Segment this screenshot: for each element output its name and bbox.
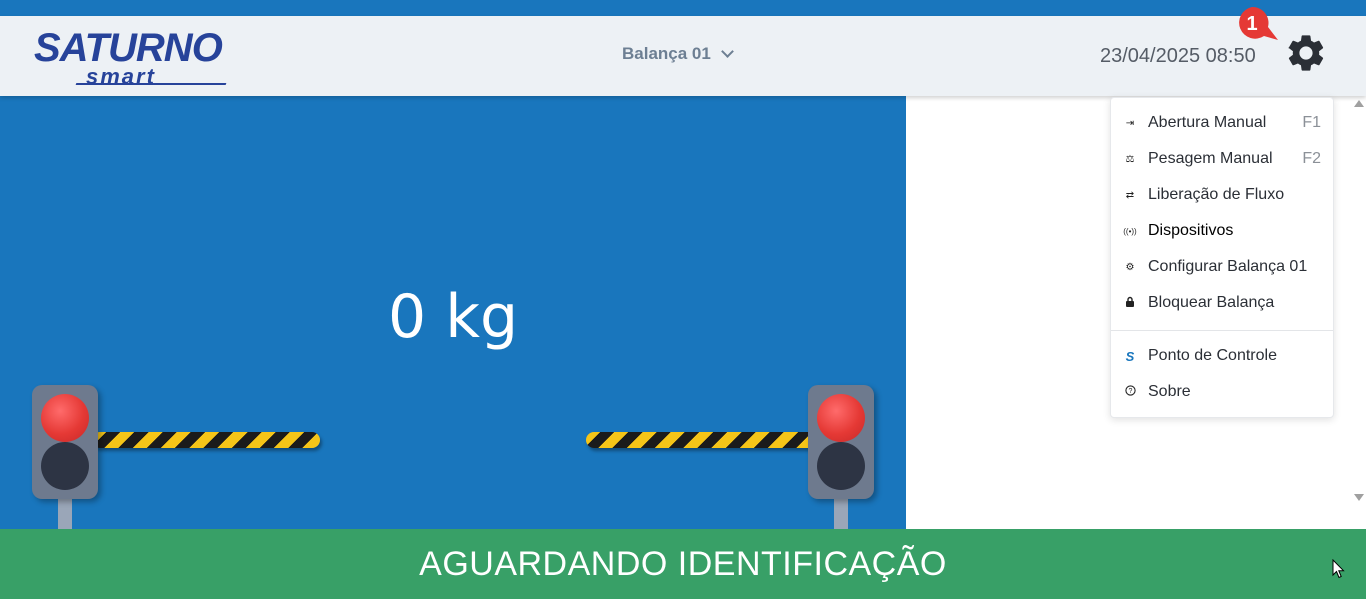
saturno-s-icon: S	[1125, 348, 1135, 364]
right-green-lamp	[817, 442, 865, 490]
menu-item-sobre[interactable]: ? Sobre	[1111, 374, 1333, 410]
left-red-lamp	[41, 394, 89, 442]
right-red-lamp	[817, 394, 865, 442]
notification-badge: 1	[1234, 5, 1278, 41]
shortcut-key: F1	[1302, 114, 1321, 131]
menu-item-label: Liberação de Fluxo	[1148, 186, 1285, 203]
logo-underline	[75, 83, 227, 85]
menu-divider	[1111, 330, 1333, 331]
gear-icon[interactable]	[1284, 31, 1328, 75]
app-header: SATURNO smart Balança 01 23/04/2025 08:5…	[0, 16, 1366, 96]
scale-selector-label: Balança 01	[622, 44, 711, 63]
status-text: AGUARDANDO IDENTIFICAÇÃO	[419, 544, 947, 583]
top-strip	[0, 0, 1366, 16]
status-bar: AGUARDANDO IDENTIFICAÇÃO	[0, 529, 1366, 599]
broadcast-icon: ((•))	[1123, 226, 1137, 236]
help-icon: ?	[1123, 385, 1137, 399]
right-barrier-arm	[586, 432, 816, 448]
menu-item-dispositivos[interactable]: ((•)) Dispositivos	[1111, 213, 1333, 249]
menu-item-configurar-balanca[interactable]: ⚙ Configurar Balança 01	[1111, 249, 1333, 285]
menu-item-label: Abertura Manual	[1148, 114, 1267, 131]
scroll-up-arrow[interactable]	[1354, 100, 1364, 107]
menu-item-liberacao-fluxo[interactable]: ⇄ Liberação de Fluxo	[1111, 177, 1333, 213]
scale-selector[interactable]: Balança 01	[622, 44, 734, 64]
left-green-lamp	[41, 442, 89, 490]
lock-icon	[1123, 296, 1137, 310]
enter-icon: ⇥	[1125, 117, 1135, 129]
menu-item-bloquear-balanca[interactable]: Bloquear Balança	[1111, 285, 1333, 321]
logo-text-bottom: smart	[86, 64, 156, 89]
notification-count: 1	[1246, 13, 1257, 35]
svg-text:?: ?	[1128, 388, 1132, 395]
right-traffic-light	[808, 385, 874, 499]
shortcut-key: F2	[1302, 150, 1321, 167]
settings-dropdown-menu: ⇥ Abertura Manual F1 ⚖ Pesagem Manual F2…	[1110, 97, 1334, 418]
left-traffic-light	[32, 385, 98, 499]
scroll-down-arrow[interactable]	[1354, 494, 1364, 501]
menu-item-abertura-manual[interactable]: ⇥ Abertura Manual F1	[1111, 105, 1333, 141]
swap-icon: ⇄	[1125, 189, 1135, 201]
left-barrier-arm	[92, 432, 320, 448]
settings-icon: ⚙	[1125, 261, 1135, 273]
weight-readout: 0 kg	[387, 282, 519, 352]
scale-display-panel: 0 kg	[0, 96, 906, 529]
menu-item-label: Ponto de Controle	[1148, 347, 1277, 364]
menu-item-label: Pesagem Manual	[1148, 150, 1273, 167]
chevron-down-icon	[720, 45, 734, 58]
menu-item-label: Dispositivos	[1148, 222, 1234, 239]
saturno-smart-logo: SATURNO smart	[30, 22, 250, 89]
menu-item-label: Sobre	[1148, 383, 1191, 400]
left-light-pole	[58, 494, 72, 529]
menu-item-pesagem-manual[interactable]: ⚖ Pesagem Manual F2	[1111, 141, 1333, 177]
mouse-cursor-icon	[1332, 558, 1346, 579]
menu-item-ponto-controle[interactable]: S Ponto de Controle	[1111, 338, 1333, 374]
scale-icon: ⚖	[1125, 153, 1135, 165]
datetime-display: 23/04/2025 08:50	[1100, 45, 1256, 67]
menu-item-label: Configurar Balança 01	[1148, 258, 1308, 275]
menu-item-label: Bloquear Balança	[1148, 294, 1275, 311]
right-light-pole	[834, 494, 848, 529]
